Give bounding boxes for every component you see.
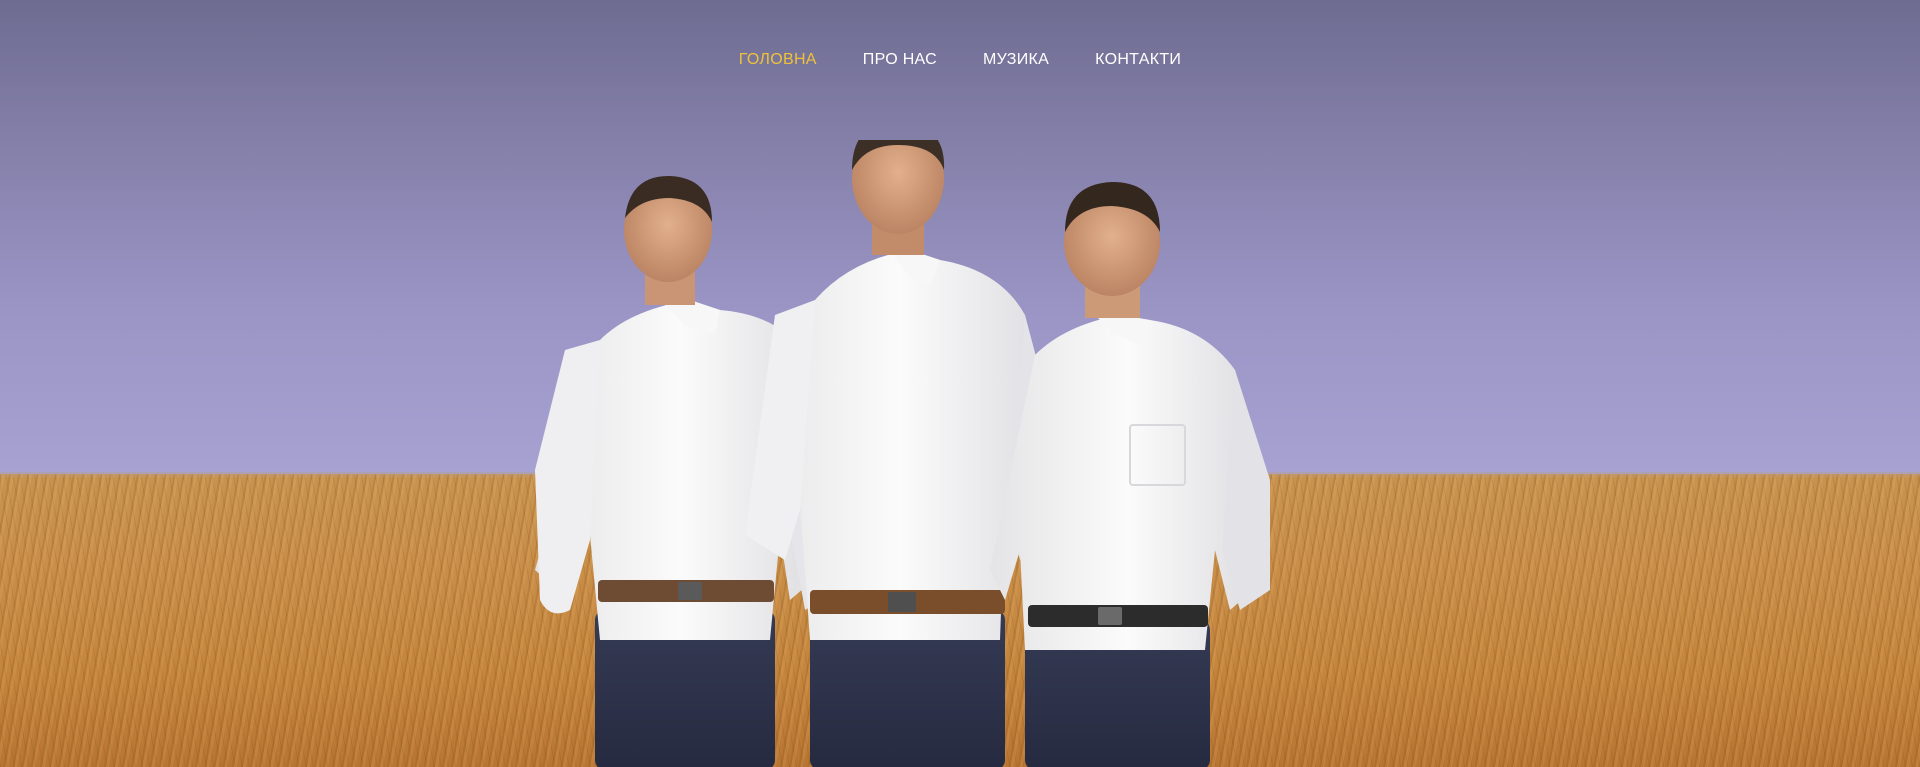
main-nav: ГОЛОВНА ПРО НАС МУЗИКА КОНТАКТИ [0, 48, 1920, 72]
band-member-center [745, 140, 1058, 767]
band-photo [535, 140, 1270, 767]
band-member-right [990, 182, 1270, 767]
nav-item-contacts[interactable]: КОНТАКТИ [1095, 51, 1181, 69]
hero-section: ГОЛОВНА ПРО НАС МУЗИКА КОНТАКТИ [0, 0, 1920, 767]
nav-item-about[interactable]: ПРО НАС [863, 51, 937, 69]
nav-item-home[interactable]: ГОЛОВНА [739, 51, 817, 69]
nav-item-music[interactable]: МУЗИКА [983, 51, 1049, 69]
